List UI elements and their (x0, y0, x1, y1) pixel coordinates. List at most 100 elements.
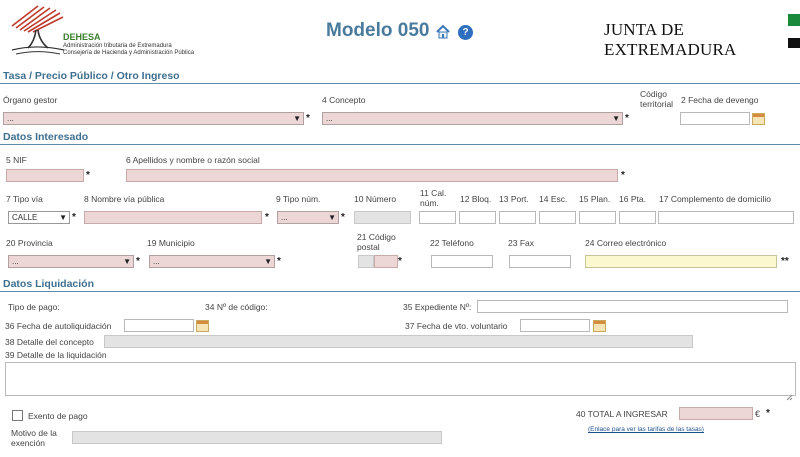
esc-input[interactable] (539, 211, 576, 224)
organo-select[interactable]: ... ▼ (3, 112, 304, 125)
detalle-liquidacion-textarea[interactable] (5, 362, 796, 396)
required-mark: * (86, 170, 90, 181)
required-mark: * (265, 212, 269, 223)
required-mark-double: ** (781, 256, 789, 267)
codigo-postal-input[interactable] (374, 255, 398, 268)
required-mark: * (72, 212, 76, 223)
chevron-down-icon: ▼ (123, 257, 131, 266)
total-input[interactable] (679, 407, 753, 420)
pta-input[interactable] (619, 211, 656, 224)
section-liquidacion: Datos Liquidación (0, 278, 800, 292)
tipo-num-label: 9 Tipo núm. (276, 194, 321, 204)
exento-checkbox[interactable] (12, 410, 23, 421)
tipo-num-value: ... (281, 213, 288, 222)
help-icon[interactable]: ? (458, 25, 473, 40)
concepto-value: ... (326, 114, 333, 123)
dehesa-logo (8, 4, 68, 58)
chevron-down-icon: ▼ (612, 114, 620, 123)
provincia-select[interactable]: ... ▼ (8, 255, 134, 268)
telefono-label: 22 Teléfono (430, 238, 474, 248)
cal-num-label: 11 Cal. núm. (420, 188, 447, 208)
section-liquidacion-title: Datos Liquidación (3, 278, 95, 290)
port-label: 13 Port. (499, 194, 529, 204)
concepto-label: 4 Concepto (322, 95, 366, 105)
page-title: Modelo 050 (326, 20, 430, 41)
tipo-num-select[interactable]: ... ▼ (277, 211, 339, 224)
section-tasa: Tasa / Precio Público / Otro Ingreso (0, 70, 800, 84)
municipio-label: 19 Municipio (147, 238, 195, 248)
chevron-down-icon: ▼ (59, 213, 67, 222)
nombre-via-label: 8 Nombre vía pública (84, 194, 165, 204)
chevron-down-icon: ▼ (293, 114, 301, 123)
required-mark: * (398, 256, 402, 267)
section-interesado-title: Datos Interesado (3, 131, 89, 143)
fecha-devengo-input[interactable] (680, 112, 750, 125)
nombre-via-input[interactable] (84, 211, 262, 224)
required-mark: * (621, 170, 625, 181)
pta-label: 16 Pta. (619, 194, 646, 204)
fecha-devengo-label: 2 Fecha de devengo (681, 95, 759, 105)
telefono-input[interactable] (431, 255, 493, 268)
expediente-input[interactable] (477, 300, 788, 313)
required-mark: * (625, 113, 629, 124)
fax-label: 23 Fax (508, 238, 534, 248)
bloq-input[interactable] (459, 211, 496, 224)
plan-label: 15 Plan. (579, 194, 611, 204)
junta-flag-icon-bottom (788, 38, 800, 48)
plan-input[interactable] (579, 211, 616, 224)
tipo-via-value: CALLE (12, 213, 38, 222)
fecha-autoliquidacion-label: 36 Fecha de autoliquidación (5, 321, 112, 331)
junta-flag-icon (788, 14, 800, 26)
fecha-vto-input[interactable] (520, 319, 590, 332)
calendar-icon[interactable] (593, 320, 606, 332)
tipo-via-select[interactable]: CALLE ▼ (8, 211, 70, 224)
chevron-down-icon: ▼ (264, 257, 272, 266)
tarifas-link[interactable]: (Enlace para ver las tarifas de las tasa… (588, 426, 704, 433)
numero-label: 10 Número (354, 194, 397, 204)
detalle-concepto-label: 38 Detalle del concepto (5, 337, 94, 347)
resize-handle-icon[interactable] (786, 388, 793, 401)
fax-input[interactable] (509, 255, 571, 268)
required-mark: * (306, 113, 310, 124)
esc-label: 14 Esc. (539, 194, 568, 204)
codigo-postal-label: 21 Código postal (357, 232, 396, 252)
nombre-label: 6 Apellidos y nombre o razón social (126, 155, 260, 165)
detalle-concepto-input (104, 335, 693, 348)
chevron-down-icon: ▼ (328, 213, 336, 222)
correo-input[interactable] (585, 255, 777, 268)
codigo-territorial-label: Código territorial (640, 89, 674, 109)
codigo-postal-prefix (358, 255, 374, 268)
codigo-label: 34 Nº de código: (205, 302, 268, 312)
port-input[interactable] (499, 211, 536, 224)
exento-label: Exento de pago (28, 411, 88, 421)
bloq-label: 12 Bloq. (460, 194, 492, 204)
expediente-label: 35 Expediente Nº: (403, 302, 472, 312)
logo-line2: Consejería de Hacienda y Administración … (63, 50, 195, 56)
home-icon[interactable] (435, 24, 451, 40)
concepto-select[interactable]: ... ▼ (322, 112, 623, 125)
correo-label: 24 Correo electrónico (585, 238, 667, 248)
complemento-input[interactable] (658, 211, 794, 224)
organo-label: Órgano gestor (3, 95, 58, 105)
municipio-value: ... (153, 257, 160, 266)
numero-input (354, 211, 411, 224)
nombre-input[interactable] (126, 169, 618, 182)
municipio-select[interactable]: ... ▼ (149, 255, 275, 268)
calendar-icon[interactable] (196, 320, 209, 332)
provincia-label: 20 Provincia (6, 238, 53, 248)
fecha-autoliquidacion-input[interactable] (124, 319, 194, 332)
required-mark: * (341, 212, 345, 223)
required-mark: * (766, 408, 770, 419)
tipo-via-label: 7 Tipo vía (6, 194, 43, 204)
calendar-icon[interactable] (752, 113, 765, 125)
currency-label: € (755, 409, 761, 419)
tipo-pago-label: Tipo de pago: (8, 302, 60, 312)
section-interesado: Datos Interesado (0, 131, 800, 145)
fecha-vto-label: 37 Fecha de vto. voluntario (405, 321, 508, 331)
nif-input[interactable] (6, 169, 84, 182)
nif-label: 5 NIF (6, 155, 27, 165)
motivo-exencion-label: Motivo de la exención (11, 428, 57, 448)
organo-value: ... (7, 114, 14, 123)
cal-num-input[interactable] (419, 211, 456, 224)
detalle-liquidacion-label: 39 Detalle de la liquidación (5, 350, 107, 360)
